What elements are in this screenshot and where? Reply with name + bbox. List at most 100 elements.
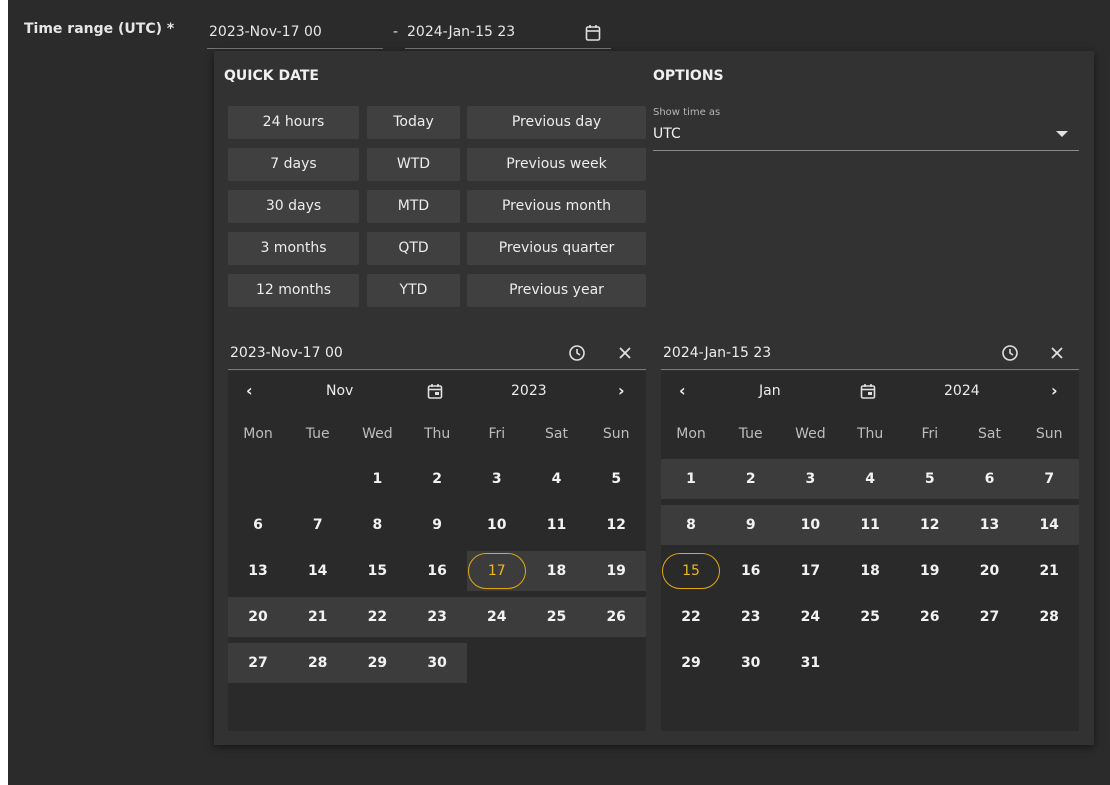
quick-range-button[interactable]: 7 days [228, 148, 359, 181]
day-cell[interactable]: 4 [841, 459, 899, 499]
day-cell[interactable]: 6 [229, 505, 287, 545]
quick-to-date-button[interactable]: WTD [367, 148, 460, 181]
day-cell[interactable]: 25 [841, 597, 899, 637]
caret-down-icon[interactable] [1056, 131, 1068, 137]
end-calendar: 2024-Jan-15 23 ‹ Jan 2024 › Mon Tue Wed Thu Fri S… [661, 321, 1080, 731]
calendar-icon[interactable] [585, 24, 601, 42]
day-cell[interactable]: 7 [1020, 459, 1078, 499]
start-date-input[interactable]: 2023-Nov-17 00 [209, 24, 322, 40]
quick-to-date-button[interactable]: MTD [367, 190, 460, 223]
day-cell[interactable]: 22 [348, 597, 406, 637]
day-cell[interactable]: 23 [408, 597, 466, 637]
clock-icon[interactable] [568, 344, 586, 362]
quick-range-button[interactable]: 24 hours [228, 106, 359, 139]
day-cell[interactable]: 1 [348, 459, 406, 499]
day-cell[interactable]: 7 [289, 505, 347, 545]
day-cell[interactable]: 24 [781, 597, 839, 637]
day-cell[interactable]: 11 [841, 505, 899, 545]
day-cell[interactable]: 30 [722, 643, 780, 683]
day-cell[interactable]: 14 [1020, 505, 1078, 545]
day-cell[interactable]: 28 [1020, 597, 1078, 637]
quick-previous-button[interactable]: Previous month [467, 190, 646, 223]
day-cell[interactable]: 8 [348, 505, 406, 545]
close-icon[interactable] [617, 345, 633, 361]
day-cell[interactable]: 25 [528, 597, 586, 637]
quick-previous-button[interactable]: Previous day [467, 106, 646, 139]
day-cell[interactable]: 4 [528, 459, 586, 499]
day-cell[interactable]: 3 [781, 459, 839, 499]
day-cell[interactable]: 14 [289, 551, 347, 591]
day-cell[interactable]: 18 [841, 551, 899, 591]
day-cell[interactable]: 20 [229, 597, 287, 637]
day-cell[interactable]: 20 [961, 551, 1019, 591]
day-cell[interactable]: 2 [408, 459, 466, 499]
year-label[interactable]: 2024 [944, 383, 980, 399]
day-cell[interactable]: 9 [722, 505, 780, 545]
quick-previous-button[interactable]: Previous week [467, 148, 646, 181]
month-label[interactable]: Nov [326, 383, 353, 399]
day-cell[interactable]: 26 [901, 597, 959, 637]
calendar-icon[interactable] [860, 383, 876, 400]
day-cell[interactable]: 5 [587, 459, 645, 499]
day-cell[interactable]: 10 [468, 505, 526, 545]
end-date-input[interactable]: 2024-Jan-15 23 [407, 24, 515, 40]
day-cell[interactable]: 16 [722, 551, 780, 591]
month-label[interactable]: Jan [759, 383, 781, 399]
day-cell[interactable]: 26 [587, 597, 645, 637]
day-cell[interactable]: 6 [961, 459, 1019, 499]
start-calendar-underline [228, 369, 646, 370]
day-cell[interactable]: 9 [408, 505, 466, 545]
close-icon[interactable] [1049, 345, 1065, 361]
calendar-icon[interactable] [427, 383, 443, 400]
weekday-header: Wed [795, 426, 826, 442]
year-label[interactable]: 2023 [511, 383, 547, 399]
day-cell[interactable]: 19 [587, 551, 645, 591]
day-cell[interactable]: 2 [722, 459, 780, 499]
day-cell[interactable]: 21 [289, 597, 347, 637]
chevron-left-icon[interactable]: ‹ [679, 381, 686, 400]
chevron-right-icon[interactable]: › [1051, 381, 1058, 400]
chevron-right-icon[interactable]: › [618, 381, 625, 400]
day-cell[interactable]: 10 [781, 505, 839, 545]
day-cell[interactable]: 23 [722, 597, 780, 637]
end-calendar-input[interactable]: 2024-Jan-15 23 [663, 345, 771, 361]
day-cell[interactable]: 5 [901, 459, 959, 499]
day-cell[interactable]: 12 [587, 505, 645, 545]
day-cell[interactable]: 12 [901, 505, 959, 545]
selected-day-cell[interactable]: 17 [468, 551, 526, 591]
day-cell[interactable]: 29 [348, 643, 406, 683]
quick-range-button[interactable]: 3 months [228, 232, 359, 265]
day-cell[interactable]: 8 [662, 505, 720, 545]
day-cell[interactable]: 29 [662, 643, 720, 683]
quick-to-date-button[interactable]: Today [367, 106, 460, 139]
day-cell[interactable]: 27 [961, 597, 1019, 637]
day-cell[interactable]: 22 [662, 597, 720, 637]
quick-to-date-button[interactable]: YTD [367, 274, 460, 307]
day-cell[interactable]: 13 [961, 505, 1019, 545]
day-cell[interactable]: 28 [289, 643, 347, 683]
quick-to-date-button[interactable]: QTD [367, 232, 460, 265]
day-cell[interactable]: 24 [468, 597, 526, 637]
start-calendar-input[interactable]: 2023-Nov-17 00 [230, 345, 343, 361]
quick-range-button[interactable]: 12 months [228, 274, 359, 307]
day-cell[interactable]: 1 [662, 459, 720, 499]
quick-previous-button[interactable]: Previous quarter [467, 232, 646, 265]
day-cell[interactable]: 21 [1020, 551, 1078, 591]
day-cell[interactable]: 13 [229, 551, 287, 591]
day-cell[interactable]: 18 [528, 551, 586, 591]
quick-previous-button[interactable]: Previous year [467, 274, 646, 307]
clock-icon[interactable] [1001, 344, 1019, 362]
selected-day-cell[interactable]: 15 [662, 551, 720, 591]
show-time-select[interactable]: UTC [653, 126, 681, 142]
day-cell[interactable]: 27 [229, 643, 287, 683]
day-cell[interactable]: 31 [781, 643, 839, 683]
day-cell[interactable]: 15 [348, 551, 406, 591]
day-cell[interactable]: 11 [528, 505, 586, 545]
quick-range-button[interactable]: 30 days [228, 190, 359, 223]
chevron-left-icon[interactable]: ‹ [246, 381, 253, 400]
day-cell[interactable]: 3 [468, 459, 526, 499]
day-cell[interactable]: 16 [408, 551, 466, 591]
day-cell[interactable]: 19 [901, 551, 959, 591]
day-cell[interactable]: 17 [781, 551, 839, 591]
day-cell[interactable]: 30 [408, 643, 466, 683]
